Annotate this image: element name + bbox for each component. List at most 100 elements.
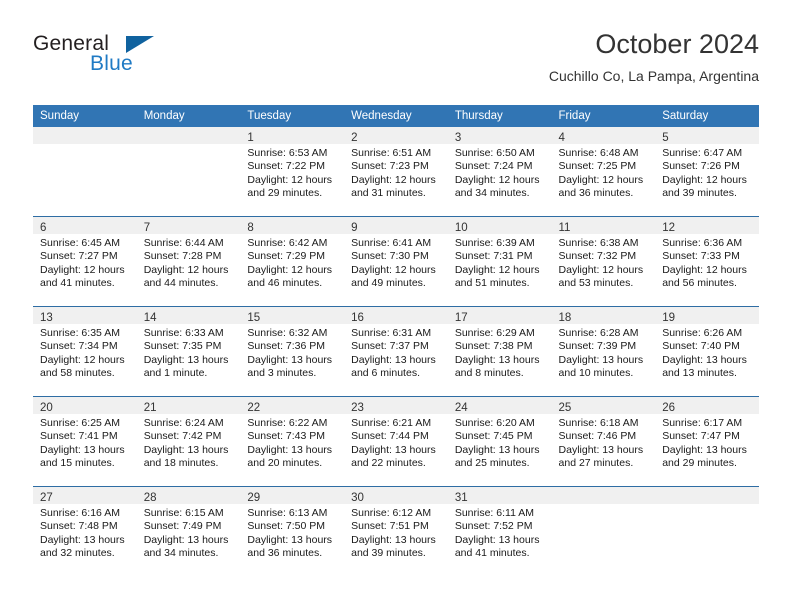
sunrise-text: Sunrise: 6:35 AM [40,327,120,339]
sunrise-text: Sunrise: 6:50 AM [454,147,535,159]
daylight-text-line1: Daylight: 13 hours [662,443,747,456]
calendar-day-cell[interactable]: 30 Sunrise: 6:12 AM Sunset: 7:51 PM Dayligh… [344,486,448,576]
calendar-day-cell[interactable]: 29 Sunrise: 6:13 AM Sunset: 7:50 PM Dayligh… [240,486,345,576]
brand-logo[interactable]: General Blue [33,32,193,86]
title-block: October 2024 Cuchillo Co, La Pampa, Arge… [549,28,759,86]
calendar-day-cell[interactable]: 12 Sunrise: 6:36 AM Sunset: 7:33 PM Dayligh… [655,216,759,307]
calendar-day-cell[interactable]: 24 Sunrise: 6:20 AM Sunset: 7:45 PM Dayligh… [447,396,552,487]
calendar-day-cell[interactable]: 18 Sunrise: 6:28 AM Sunset: 7:39 PM Dayligh… [551,306,656,397]
daylight-text-line2: and 39 minutes. [351,547,426,560]
calendar-day: 28 Sunrise: 6:15 AM Sunset: 7:49 PM Dayligh… [136,487,241,576]
weekday-header-monday: Monday [136,105,241,127]
calendar-day-cell[interactable] [136,127,241,217]
calendar-day-cell[interactable]: 6 Sunrise: 6:45 AM Sunset: 7:27 PM Daylight… [33,216,137,307]
calendar-day-cell[interactable]: 7 Sunrise: 6:44 AM Sunset: 7:28 PM Daylight… [136,216,241,307]
daylight-text-line2: and 18 minutes. [143,457,219,470]
sunrise-text: Sunrise: 6:12 AM [351,507,432,519]
calendar-day-cell[interactable]: 17 Sunrise: 6:29 AM Sunset: 7:38 PM Dayligh… [447,306,552,397]
calendar-day: 11 Sunrise: 6:38 AM Sunset: 7:32 PM Dayligh… [551,217,656,306]
calendar-day-cell[interactable]: 31 Sunrise: 6:11 AM Sunset: 7:52 PM Dayligh… [447,486,552,576]
day-number-strip: 16 [344,307,448,324]
day-number: 11 [558,222,571,234]
calendar-day-cell[interactable]: 4 Sunrise: 6:48 AM Sunset: 7:25 PM Daylight… [551,127,656,217]
sunset-text: Sunset: 7:46 PM [558,430,637,443]
day-details: Sunrise: 6:22 AM Sunset: 7:43 PM Daylight:… [240,414,344,471]
day-number-strip: 26 [655,397,759,414]
calendar-week-row: 20 Sunrise: 6:25 AM Sunset: 7:41 PM Dayligh… [33,396,759,487]
day-details: Sunrise: 6:47 AM Sunset: 7:26 PM Daylight:… [655,144,759,201]
calendar-day-cell[interactable] [655,486,759,576]
sunset-text: Sunset: 7:51 PM [351,520,429,533]
day-number: 23 [351,402,364,414]
calendar-day-cell[interactable]: 1 Sunrise: 6:53 AM Sunset: 7:22 PM Daylight… [240,127,345,217]
calendar-day-cell[interactable]: 26 Sunrise: 6:17 AM Sunset: 7:47 PM Dayligh… [655,396,759,487]
calendar-day: 17 Sunrise: 6:29 AM Sunset: 7:38 PM Dayligh… [447,307,552,396]
calendar-day: 1 Sunrise: 6:53 AM Sunset: 7:22 PM Daylight… [240,127,345,216]
calendar-day-cell[interactable]: 28 Sunrise: 6:15 AM Sunset: 7:49 PM Dayligh… [136,486,241,576]
calendar-day-cell[interactable]: 5 Sunrise: 6:47 AM Sunset: 7:26 PM Daylight… [655,127,759,217]
calendar-day-cell[interactable]: 21 Sunrise: 6:24 AM Sunset: 7:42 PM Dayligh… [136,396,241,487]
sunset-text: Sunset: 7:50 PM [247,520,326,533]
calendar-day-cell[interactable] [551,486,656,576]
calendar-day-empty [655,487,759,576]
day-details: Sunrise: 6:50 AM Sunset: 7:24 PM Daylight:… [448,144,552,201]
sunset-text: Sunset: 7:48 PM [40,520,118,533]
calendar-day-cell[interactable]: 25 Sunrise: 6:18 AM Sunset: 7:46 PM Dayligh… [551,396,656,487]
day-number-strip: 30 [344,487,448,504]
calendar-day-cell[interactable] [33,127,137,217]
day-number: 20 [40,402,53,414]
sunset-text: Sunset: 7:42 PM [143,430,222,443]
daylight-text-line1: Daylight: 13 hours [247,533,333,546]
calendar-day-cell[interactable]: 9 Sunrise: 6:41 AM Sunset: 7:30 PM Daylight… [344,216,448,307]
calendar-day-cell[interactable]: 23 Sunrise: 6:21 AM Sunset: 7:44 PM Dayligh… [344,396,448,487]
daylight-text-line1: Daylight: 13 hours [454,353,540,366]
day-number-strip: 10 [447,217,552,234]
calendar-day: 13 Sunrise: 6:35 AM Sunset: 7:34 PM Dayligh… [33,307,137,396]
daylight-text-line2: and 34 minutes. [454,187,530,200]
calendar-day-cell[interactable]: 11 Sunrise: 6:38 AM Sunset: 7:32 PM Dayligh… [551,216,656,307]
day-details: Sunrise: 6:25 AM Sunset: 7:41 PM Daylight:… [33,414,137,471]
calendar-day-cell[interactable]: 10 Sunrise: 6:39 AM Sunset: 7:31 PM Dayligh… [447,216,552,307]
calendar-day-cell[interactable]: 27 Sunrise: 6:16 AM Sunset: 7:48 PM Dayligh… [33,486,137,576]
day-number-strip: 9 [344,217,448,234]
calendar-day: 31 Sunrise: 6:11 AM Sunset: 7:52 PM Dayligh… [447,487,552,576]
calendar-day-cell[interactable]: 14 Sunrise: 6:33 AM Sunset: 7:35 PM Dayligh… [136,306,241,397]
sunset-text: Sunset: 7:38 PM [454,340,533,353]
calendar-day-cell[interactable]: 16 Sunrise: 6:31 AM Sunset: 7:37 PM Dayligh… [344,306,448,397]
calendar-day-cell[interactable]: 8 Sunrise: 6:42 AM Sunset: 7:29 PM Daylight… [240,216,345,307]
calendar-day-cell[interactable]: 15 Sunrise: 6:32 AM Sunset: 7:36 PM Dayligh… [240,306,345,397]
daylight-text-line2: and 36 minutes. [558,187,634,200]
calendar-day-cell[interactable]: 13 Sunrise: 6:35 AM Sunset: 7:34 PM Dayligh… [33,306,137,397]
day-number-strip: 5 [655,127,759,144]
calendar-day: 23 Sunrise: 6:21 AM Sunset: 7:44 PM Dayligh… [344,397,448,486]
calendar-day-cell[interactable]: 19 Sunrise: 6:26 AM Sunset: 7:40 PM Dayligh… [655,306,759,397]
daylight-text-line1: Daylight: 12 hours [247,173,333,186]
calendar-day: 9 Sunrise: 6:41 AM Sunset: 7:30 PM Daylight… [344,217,448,306]
day-number: 6 [40,222,47,234]
sunrise-text: Sunrise: 6:25 AM [40,417,120,429]
day-number-strip: 18 [551,307,656,324]
daylight-text-line2: and 3 minutes. [247,367,317,380]
sunrise-text: Sunrise: 6:53 AM [247,147,328,159]
daylight-text-line2: and 53 minutes. [558,277,634,290]
day-number-strip: 14 [136,307,241,324]
sunset-text: Sunset: 7:26 PM [662,160,740,173]
sunset-text: Sunset: 7:25 PM [558,160,637,173]
daylight-text-line2: and 34 minutes. [143,547,219,560]
calendar-day-cell[interactable]: 20 Sunrise: 6:25 AM Sunset: 7:41 PM Dayligh… [33,396,137,487]
sunrise-text: Sunrise: 6:47 AM [662,147,743,159]
calendar-day-cell[interactable]: 3 Sunrise: 6:50 AM Sunset: 7:24 PM Daylight… [447,127,552,217]
calendar-week-row: 1 Sunrise: 6:53 AM Sunset: 7:22 PM Daylight… [33,127,759,217]
day-number: 28 [143,492,157,504]
day-number-strip: 27 [33,487,137,504]
calendar-day-cell[interactable]: 2 Sunrise: 6:51 AM Sunset: 7:23 PM Daylight… [344,127,448,217]
day-details: Sunrise: 6:24 AM Sunset: 7:42 PM Daylight:… [137,414,241,471]
day-number: 1 [247,132,254,144]
calendar-body: 1 Sunrise: 6:53 AM Sunset: 7:22 PM Daylight… [33,127,759,576]
day-number: 26 [662,402,676,414]
daylight-text-line2: and 32 minutes. [40,547,115,560]
daylight-text-line2: and 41 minutes. [40,277,115,290]
sunset-text: Sunset: 7:44 PM [351,430,429,443]
calendar-week-row: 13 Sunrise: 6:35 AM Sunset: 7:34 PM Dayligh… [33,306,759,397]
calendar-day-cell[interactable]: 22 Sunrise: 6:22 AM Sunset: 7:43 PM Dayligh… [240,396,345,487]
